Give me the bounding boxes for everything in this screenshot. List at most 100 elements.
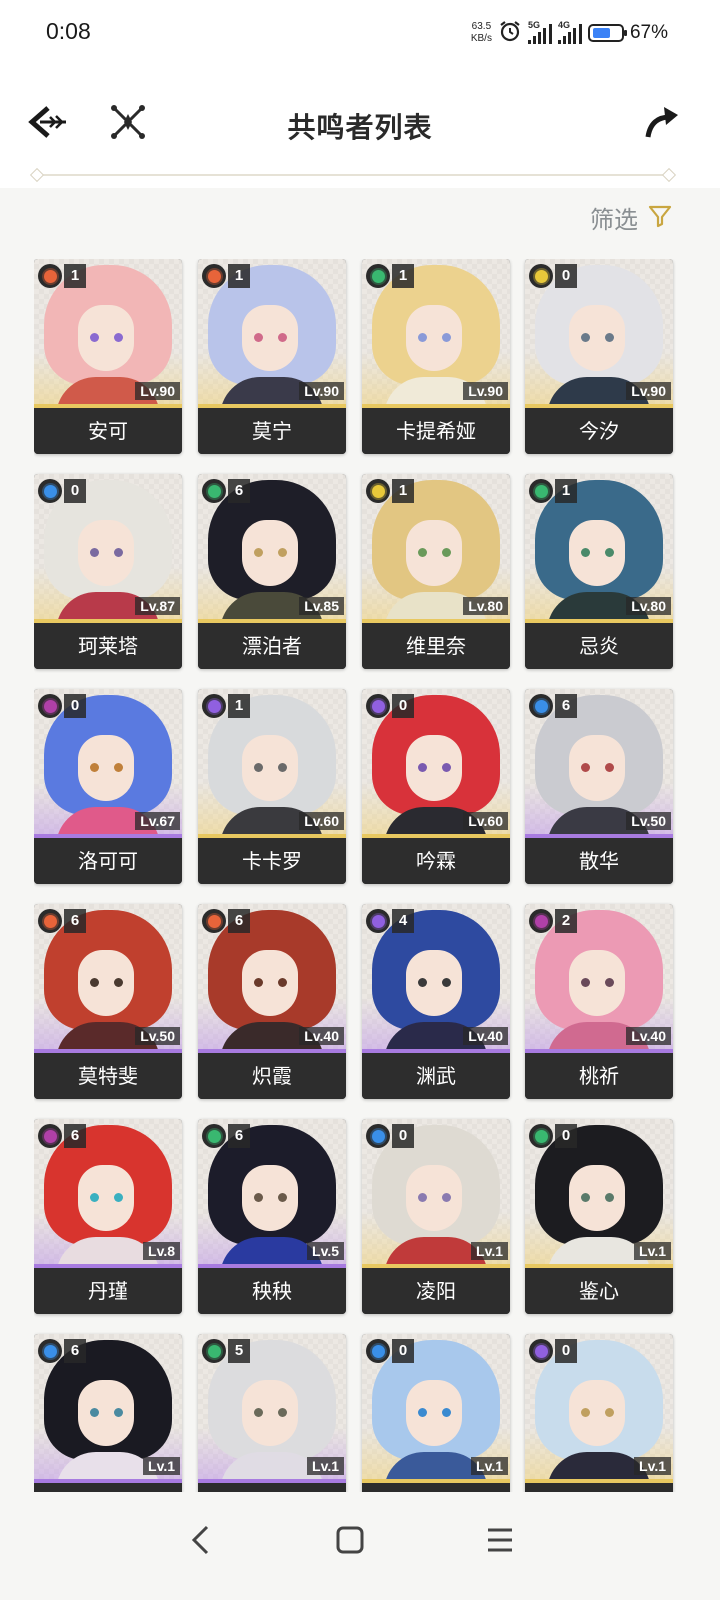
eye-shape: [442, 1193, 451, 1202]
eye-shape: [278, 763, 287, 772]
character-card[interactable]: 6 Lv.8 丹瑾: [34, 1119, 182, 1314]
eye-shape: [605, 333, 614, 342]
resonance-chain-count: 1: [392, 264, 414, 288]
eye-shape: [254, 1193, 263, 1202]
character-card[interactable]: 1 Lv.80 维里奈: [362, 474, 510, 669]
face-shape: [242, 1165, 298, 1231]
aero-element-icon: [202, 1124, 226, 1148]
status-time: 0:08: [46, 18, 91, 44]
eye-shape: [278, 548, 287, 557]
face-shape: [406, 305, 462, 371]
character-card[interactable]: 1 Lv.90 卡提希娅: [362, 259, 510, 454]
glacio-element-icon: [529, 694, 553, 718]
face-shape: [406, 520, 462, 586]
character-level: Lv.90: [463, 382, 508, 400]
resonance-chain-count: 6: [228, 909, 250, 933]
eye-shape: [90, 333, 99, 342]
resonance-chain-count: 4: [392, 909, 414, 933]
fusion-element-icon: [202, 264, 226, 288]
alarm-icon: [498, 19, 522, 47]
character-card[interactable]: 0 Lv.60 吟霖: [362, 689, 510, 884]
character-card[interactable]: 0 Lv.87 珂莱塔: [34, 474, 182, 669]
face-shape: [242, 1380, 298, 1446]
page-title: 共鸣者列表: [287, 111, 433, 144]
fusion-element-icon: [202, 909, 226, 933]
eye-shape: [90, 763, 99, 772]
character-level: Lv.1: [634, 1242, 671, 1260]
battery-icon: [587, 24, 627, 42]
resonance-chain-count: 6: [64, 909, 86, 933]
resonance-chain-count: 6: [555, 694, 577, 718]
face-shape: [78, 305, 134, 371]
character-level: Lv.40: [299, 1027, 344, 1045]
character-card[interactable]: 4 Lv.40 渊武: [362, 904, 510, 1099]
filter-button[interactable]: 筛选: [590, 200, 672, 235]
nav-back-button[interactable]: [170, 1512, 230, 1572]
character-level: Lv.1: [471, 1242, 508, 1260]
face-shape: [569, 520, 625, 586]
character-name: 散华: [525, 838, 673, 884]
spectro-element-icon: [366, 479, 390, 503]
character-level: Lv.60: [299, 812, 344, 830]
share-button[interactable]: [636, 98, 688, 150]
eye-shape: [114, 763, 123, 772]
character-card[interactable]: 6 Lv.40 炽霞: [198, 904, 346, 1099]
eye-shape: [605, 548, 614, 557]
header-divider: [36, 174, 670, 176]
glacio-element-icon: [366, 1339, 390, 1363]
nav-home-button[interactable]: [320, 1512, 380, 1572]
character-card[interactable]: 0 Lv.67 洛可可: [34, 689, 182, 884]
character-card[interactable]: 0 Lv.90 今汐: [525, 259, 673, 454]
character-card[interactable]: 6 Lv.85 漂泊者: [198, 474, 346, 669]
character-name: 凌阳: [362, 1268, 510, 1314]
aero-element-icon: [202, 479, 226, 503]
character-card[interactable]: 6 Lv.50 散华: [525, 689, 673, 884]
electro-element-icon: [366, 909, 390, 933]
character-card[interactable]: 1 Lv.60 卡卡罗: [198, 689, 346, 884]
havoc-element-icon: [38, 1124, 62, 1148]
face-shape: [78, 520, 134, 586]
character-card[interactable]: 6 Lv.5 秧秧: [198, 1119, 346, 1314]
resonance-chain-count: 6: [228, 479, 250, 503]
resonance-chain-count: 0: [555, 1124, 577, 1148]
havoc-element-icon: [38, 694, 62, 718]
eye-shape: [114, 548, 123, 557]
character-card[interactable]: 0 Lv.1 鉴心: [525, 1119, 673, 1314]
face-shape: [406, 735, 462, 801]
resonance-chain-count: 5: [228, 1339, 250, 1363]
character-card[interactable]: 1 Lv.90 安可: [34, 259, 182, 454]
character-name: 漂泊者: [198, 623, 346, 669]
network-speed-value: 63.5: [471, 21, 492, 32]
eye-shape: [605, 1408, 614, 1417]
network-speed-unit: KB/s: [470, 33, 492, 44]
resonance-chain-count: 0: [555, 264, 577, 288]
character-card[interactable]: 0 Lv.1 凌阳: [362, 1119, 510, 1314]
character-name: 忌炎: [525, 623, 673, 669]
character-name: 卡卡罗: [198, 838, 346, 884]
eye-shape: [114, 333, 123, 342]
character-card[interactable]: 1 Lv.80 忌炎: [525, 474, 673, 669]
eye-shape: [254, 333, 263, 342]
eye-shape: [114, 1408, 123, 1417]
character-level: Lv.90: [135, 382, 180, 400]
face-shape: [78, 735, 134, 801]
character-card[interactable]: 6 Lv.50 莫特斐: [34, 904, 182, 1099]
character-name: 渊武: [362, 1053, 510, 1099]
share-arrow-icon: [642, 103, 682, 145]
character-level: Lv.60: [463, 812, 508, 830]
nav-menu-button[interactable]: [470, 1512, 530, 1572]
character-level: Lv.1: [143, 1457, 180, 1475]
character-grid: 1 Lv.90 安可 1 Lv.90 莫宁 1 Lv.90 卡提希娅 0 Lv.90 今汐 0 Lv.87…: [34, 259, 686, 1519]
resonance-chain-count: 0: [392, 694, 414, 718]
eye-shape: [418, 763, 427, 772]
eye-shape: [254, 1408, 263, 1417]
face-shape: [242, 520, 298, 586]
eye-shape: [581, 1193, 590, 1202]
signal-sim2-icon: 4G: [557, 20, 582, 44]
character-card[interactable]: 2 Lv.40 桃祈: [525, 904, 673, 1099]
eye-shape: [605, 763, 614, 772]
character-card[interactable]: 1 Lv.90 莫宁: [198, 259, 346, 454]
nav-home-icon: [335, 1525, 365, 1559]
face-shape: [406, 1165, 462, 1231]
fusion-element-icon: [38, 264, 62, 288]
